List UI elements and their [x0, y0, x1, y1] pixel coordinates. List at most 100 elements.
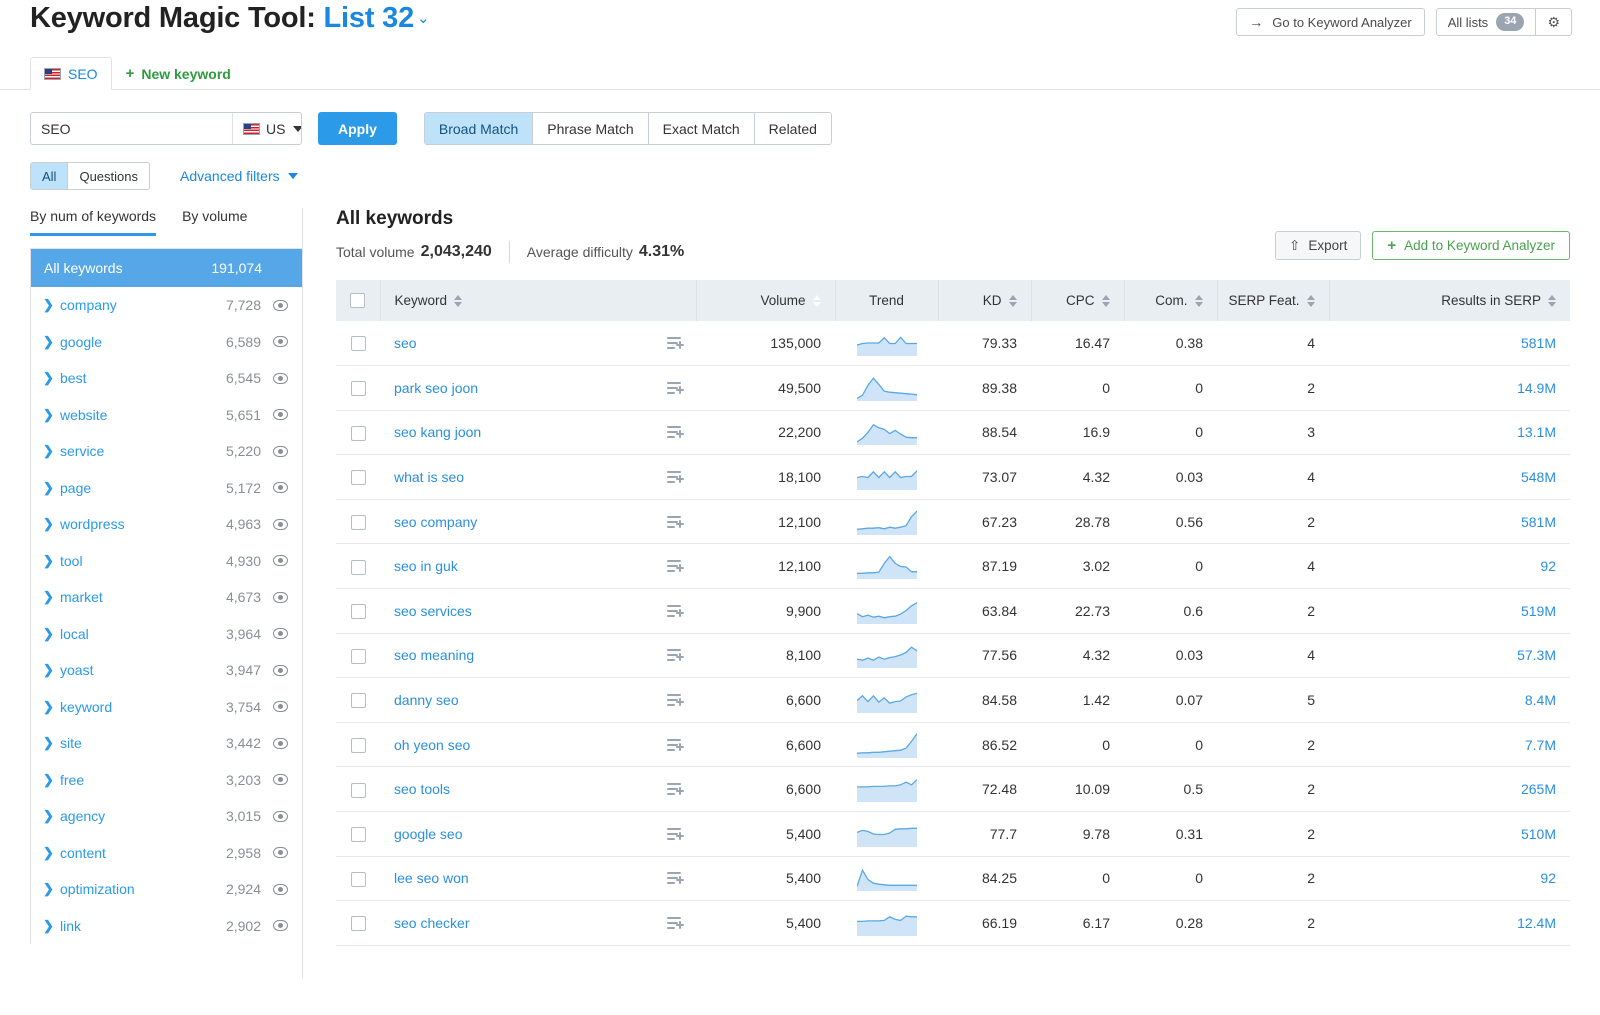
row-checkbox[interactable] — [350, 648, 366, 664]
sidebar-item-website[interactable]: ❯ website 5,651 — [31, 397, 302, 434]
add-to-list-icon[interactable] — [667, 559, 684, 573]
chevron-right-icon[interactable]: ❯ — [43, 662, 60, 678]
add-to-list-icon[interactable] — [667, 425, 684, 439]
sort-icon[interactable] — [1008, 294, 1017, 307]
eye-icon[interactable] — [273, 628, 288, 640]
chevron-right-icon[interactable]: ❯ — [43, 370, 60, 386]
eye-icon[interactable] — [273, 920, 288, 932]
keyword-link[interactable]: seo in guk — [394, 558, 458, 574]
eye-icon[interactable] — [273, 664, 288, 676]
column-serp-features[interactable]: SERP Feat. — [1217, 280, 1330, 321]
sidebar-item-all-keywords[interactable]: All keywords 191,074 — [31, 249, 302, 287]
match-type-phrase[interactable]: Phrase Match — [533, 113, 649, 144]
column-cpc[interactable]: CPC — [1031, 280, 1125, 321]
eye-icon[interactable] — [273, 555, 288, 567]
sort-icon[interactable] — [1306, 294, 1315, 307]
row-checkbox[interactable] — [350, 738, 366, 754]
match-type-broad[interactable]: Broad Match — [424, 113, 534, 144]
advanced-filters-toggle[interactable]: Advanced filters — [180, 168, 298, 184]
add-to-keyword-analyzer-button[interactable]: + Add to Keyword Analyzer — [1372, 231, 1570, 260]
add-to-list-icon[interactable] — [667, 738, 684, 752]
chevron-right-icon[interactable]: ❯ — [43, 881, 60, 897]
add-to-list-icon[interactable] — [667, 871, 684, 885]
results-in-serp-link[interactable]: 92 — [1540, 558, 1556, 574]
eye-icon[interactable] — [273, 372, 288, 384]
row-checkbox[interactable] — [350, 693, 366, 709]
eye-icon[interactable] — [273, 701, 288, 713]
chevron-right-icon[interactable]: ❯ — [43, 443, 60, 459]
row-checkbox[interactable] — [350, 559, 366, 575]
eye-icon[interactable] — [273, 847, 288, 859]
sidebar-item-company[interactable]: ❯ company 7,728 — [31, 287, 302, 324]
search-input[interactable] — [31, 113, 232, 144]
sidebar-item-optimization[interactable]: ❯ optimization 2,924 — [31, 871, 302, 908]
results-in-serp-link[interactable]: 7.7M — [1525, 737, 1556, 753]
add-to-list-icon[interactable] — [667, 648, 684, 662]
row-checkbox[interactable] — [350, 782, 366, 798]
keyword-link[interactable]: seo services — [394, 603, 472, 619]
row-checkbox[interactable] — [350, 827, 366, 843]
match-type-related[interactable]: Related — [754, 113, 831, 144]
results-in-serp-link[interactable]: 581M — [1521, 335, 1556, 351]
chevron-right-icon[interactable]: ❯ — [43, 626, 60, 642]
results-in-serp-link[interactable]: 519M — [1521, 603, 1556, 619]
chevron-right-icon[interactable]: ❯ — [43, 407, 60, 423]
results-in-serp-link[interactable]: 548M — [1521, 469, 1556, 485]
chevron-right-icon[interactable]: ❯ — [43, 699, 60, 715]
chevron-right-icon[interactable]: ❯ — [43, 334, 60, 350]
row-checkbox[interactable] — [350, 381, 366, 397]
row-checkbox[interactable] — [350, 336, 366, 352]
keyword-link[interactable]: seo tools — [394, 781, 450, 797]
sidebar-item-content[interactable]: ❯ content 2,958 — [31, 835, 302, 872]
sidebar-item-best[interactable]: ❯ best 6,545 — [31, 360, 302, 397]
add-to-list-icon[interactable] — [667, 693, 684, 707]
results-in-serp-link[interactable]: 92 — [1540, 870, 1556, 886]
eye-icon[interactable] — [273, 518, 288, 530]
add-to-list-icon[interactable] — [667, 782, 684, 796]
sidebar-item-service[interactable]: ❯ service 5,220 — [31, 433, 302, 470]
add-to-list-icon[interactable] — [667, 381, 684, 395]
sort-icon[interactable] — [454, 294, 463, 307]
sort-icon[interactable] — [812, 294, 821, 307]
sidebar-item-site[interactable]: ❯ site 3,442 — [31, 725, 302, 762]
column-kd[interactable]: KD — [938, 280, 1032, 321]
sidebar-tab-by-num-of-keywords[interactable]: By num of keywords — [30, 208, 157, 236]
sidebar-tab-by-volume[interactable]: By volume — [182, 208, 247, 236]
chevron-right-icon[interactable]: ❯ — [43, 772, 60, 788]
filter-all[interactable]: All — [31, 163, 69, 189]
chevron-right-icon[interactable]: ❯ — [43, 845, 60, 861]
row-checkbox[interactable] — [350, 871, 366, 887]
results-in-serp-link[interactable]: 12.4M — [1517, 915, 1556, 931]
chevron-right-icon[interactable]: ❯ — [43, 808, 60, 824]
chevron-right-icon[interactable]: ❯ — [43, 297, 60, 313]
sidebar-item-keyword[interactable]: ❯ keyword 3,754 — [31, 689, 302, 726]
keyword-link[interactable]: seo meaning — [394, 647, 474, 663]
column-volume[interactable]: Volume — [696, 280, 836, 321]
chevron-right-icon[interactable]: ❯ — [43, 735, 60, 751]
chevron-right-icon[interactable]: ❯ — [43, 480, 60, 496]
chevron-right-icon[interactable]: ❯ — [43, 553, 60, 569]
results-in-serp-link[interactable]: 8.4M — [1525, 692, 1556, 708]
list-name-link[interactable]: List 32 — [324, 2, 415, 34]
keyword-link[interactable]: seo kang joon — [394, 424, 481, 440]
match-type-exact[interactable]: Exact Match — [648, 113, 755, 144]
eye-icon[interactable] — [273, 591, 288, 603]
results-in-serp-link[interactable]: 581M — [1521, 514, 1556, 530]
tab-new-keyword[interactable]: + New keyword — [112, 57, 245, 90]
eye-icon[interactable] — [273, 336, 288, 348]
add-to-list-icon[interactable] — [667, 515, 684, 529]
add-to-list-icon[interactable] — [667, 336, 684, 350]
chevron-down-icon[interactable]: ⌄ — [417, 9, 430, 27]
sidebar-item-google[interactable]: ❯ google 6,589 — [31, 324, 302, 361]
sidebar-item-free[interactable]: ❯ free 3,203 — [31, 762, 302, 799]
row-checkbox[interactable] — [350, 604, 366, 620]
keyword-link[interactable]: danny seo — [394, 692, 459, 708]
sidebar-item-market[interactable]: ❯ market 4,673 — [31, 579, 302, 616]
keyword-link[interactable]: park seo joon — [394, 380, 478, 396]
settings-button[interactable]: ⚙ — [1536, 9, 1571, 35]
sort-icon[interactable] — [1194, 294, 1203, 307]
all-lists-button[interactable]: All lists 34 — [1437, 9, 1536, 35]
row-checkbox[interactable] — [350, 916, 366, 932]
chevron-right-icon[interactable]: ❯ — [43, 516, 60, 532]
export-button[interactable]: ⇧ Export — [1275, 231, 1362, 260]
